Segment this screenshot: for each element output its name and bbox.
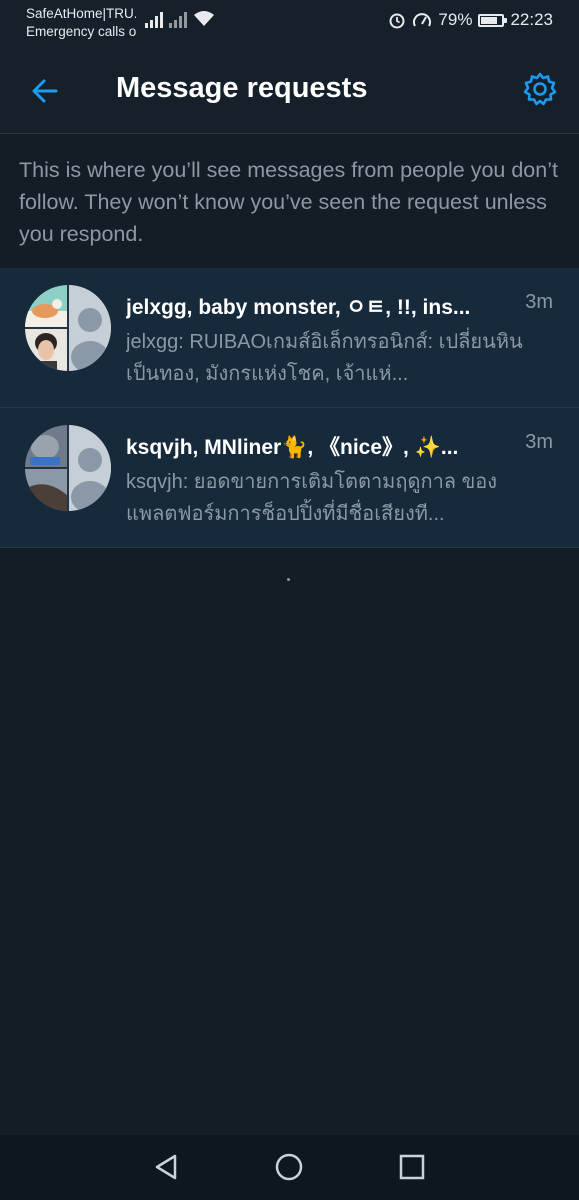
loading-indicator: [287, 578, 290, 581]
message-requests-list: jelxgg, baby monster, ㅇㅌ, !!, ins... 3m …: [0, 268, 579, 548]
battery-level-fill: [481, 16, 497, 24]
signal-icon: [145, 10, 163, 28]
avatar: [25, 329, 67, 371]
alarm-icon: [389, 13, 405, 29]
conversation-participants: ksqvjh, MNliner🐈, 《nice》, ✨...: [126, 436, 459, 459]
wifi-icon: [194, 11, 214, 26]
default-avatar: [69, 285, 111, 371]
carrier-line-1: SafeAtHome|TRU...: [26, 6, 136, 21]
no-signal-icon: [169, 10, 187, 28]
triangle-back-icon[interactable]: [151, 1152, 181, 1182]
conversation-participants: jelxgg, baby monster, ㅇㅌ, !!, ins...: [126, 296, 471, 319]
group-avatar: [25, 285, 111, 371]
timestamp: 3m: [525, 431, 553, 453]
message-preview: jelxgg: RUIBAOเกมส์อิเล็กทรอนิกส์: เปลี่…: [126, 331, 523, 385]
default-avatar: [69, 425, 111, 511]
timestamp: 3m: [525, 291, 553, 313]
battery-icon: [478, 13, 508, 27]
clock: 22:23: [510, 10, 553, 29]
network-icons: [145, 10, 215, 28]
gear-icon[interactable]: [522, 71, 558, 107]
carrier-line-2: Emergency calls o...: [26, 24, 136, 39]
circle-home-icon[interactable]: [274, 1152, 304, 1182]
speed-icon: [413, 13, 432, 27]
status-right: 79% 22:23: [388, 10, 553, 30]
battery-percent: 79%: [438, 10, 473, 29]
carrier-info: SafeAtHome|TRU... Emergency calls o...: [26, 5, 136, 41]
avatar: [25, 285, 67, 327]
system-navigation-bar: [0, 1135, 579, 1200]
avatar: [25, 425, 67, 467]
app-header: Message requests: [0, 44, 579, 134]
list-item[interactable]: jelxgg, baby monster, ㅇㅌ, !!, ins... 3m …: [0, 268, 579, 408]
group-avatar: [25, 425, 111, 511]
page-title: Message requests: [116, 72, 368, 104]
square-recents-icon[interactable]: [397, 1152, 427, 1182]
message-preview: ksqvjh: ยอดขายการเติมโตตามฤดูกาล ของแพลต…: [126, 471, 498, 525]
status-bar: SafeAtHome|TRU... Emergency calls o... 7…: [0, 0, 579, 44]
arrow-left-icon[interactable]: [28, 74, 62, 108]
avatar: [25, 469, 67, 511]
list-item[interactable]: ksqvjh, MNliner🐈, 《nice》, ✨... 3m ksqvjh…: [0, 408, 579, 548]
requests-description: This is where you’ll see messages from p…: [19, 158, 558, 246]
